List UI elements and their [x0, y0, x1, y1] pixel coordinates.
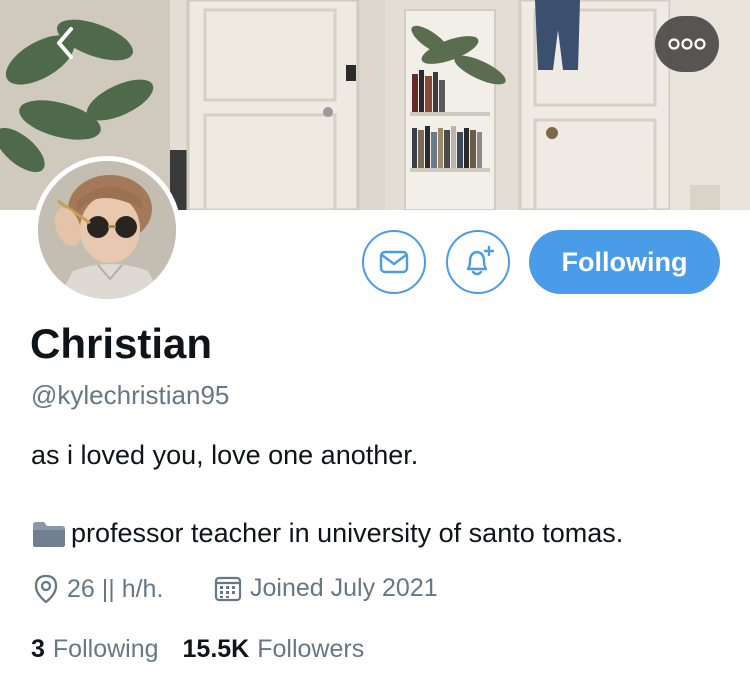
calendar-icon [214, 576, 242, 601]
bio-line-2: professor teacher in university of santo… [31, 518, 623, 549]
profile-name: Christian [30, 320, 213, 367]
avatar-image [38, 161, 176, 299]
mail-icon [379, 250, 409, 274]
avatar[interactable] [33, 156, 181, 304]
following-label[interactable]: Following [53, 635, 159, 664]
bell-plus-icon [466, 245, 495, 276]
more-options-button[interactable] [655, 16, 719, 72]
profile-handle: @kylechristian95 [31, 380, 230, 410]
following-count[interactable]: 3 [31, 635, 45, 664]
bio-line-1: as i loved you, love one another. [31, 440, 419, 470]
chevron-left-icon [57, 27, 73, 59]
joined-item: Joined July 2021 [214, 574, 438, 603]
profile-stats: 3 Following 15.5K Followers [31, 635, 388, 664]
joined-text: Joined July 2021 [250, 574, 438, 602]
location-pin-icon [34, 574, 58, 604]
bio-line-2-text: professor teacher in university of santo… [71, 518, 624, 548]
back-button[interactable] [40, 18, 90, 68]
followers-label[interactable]: Followers [257, 635, 364, 664]
location-item: 26 || h/h. [33, 574, 163, 604]
message-button[interactable] [362, 230, 426, 294]
following-button[interactable]: Following [529, 230, 720, 294]
more-options-icon [668, 38, 706, 50]
notifications-button[interactable] [446, 230, 510, 294]
location-text: 26 || h/h. [67, 574, 164, 603]
followers-count[interactable]: 15.5K [183, 635, 250, 664]
folder-icon [33, 521, 65, 547]
